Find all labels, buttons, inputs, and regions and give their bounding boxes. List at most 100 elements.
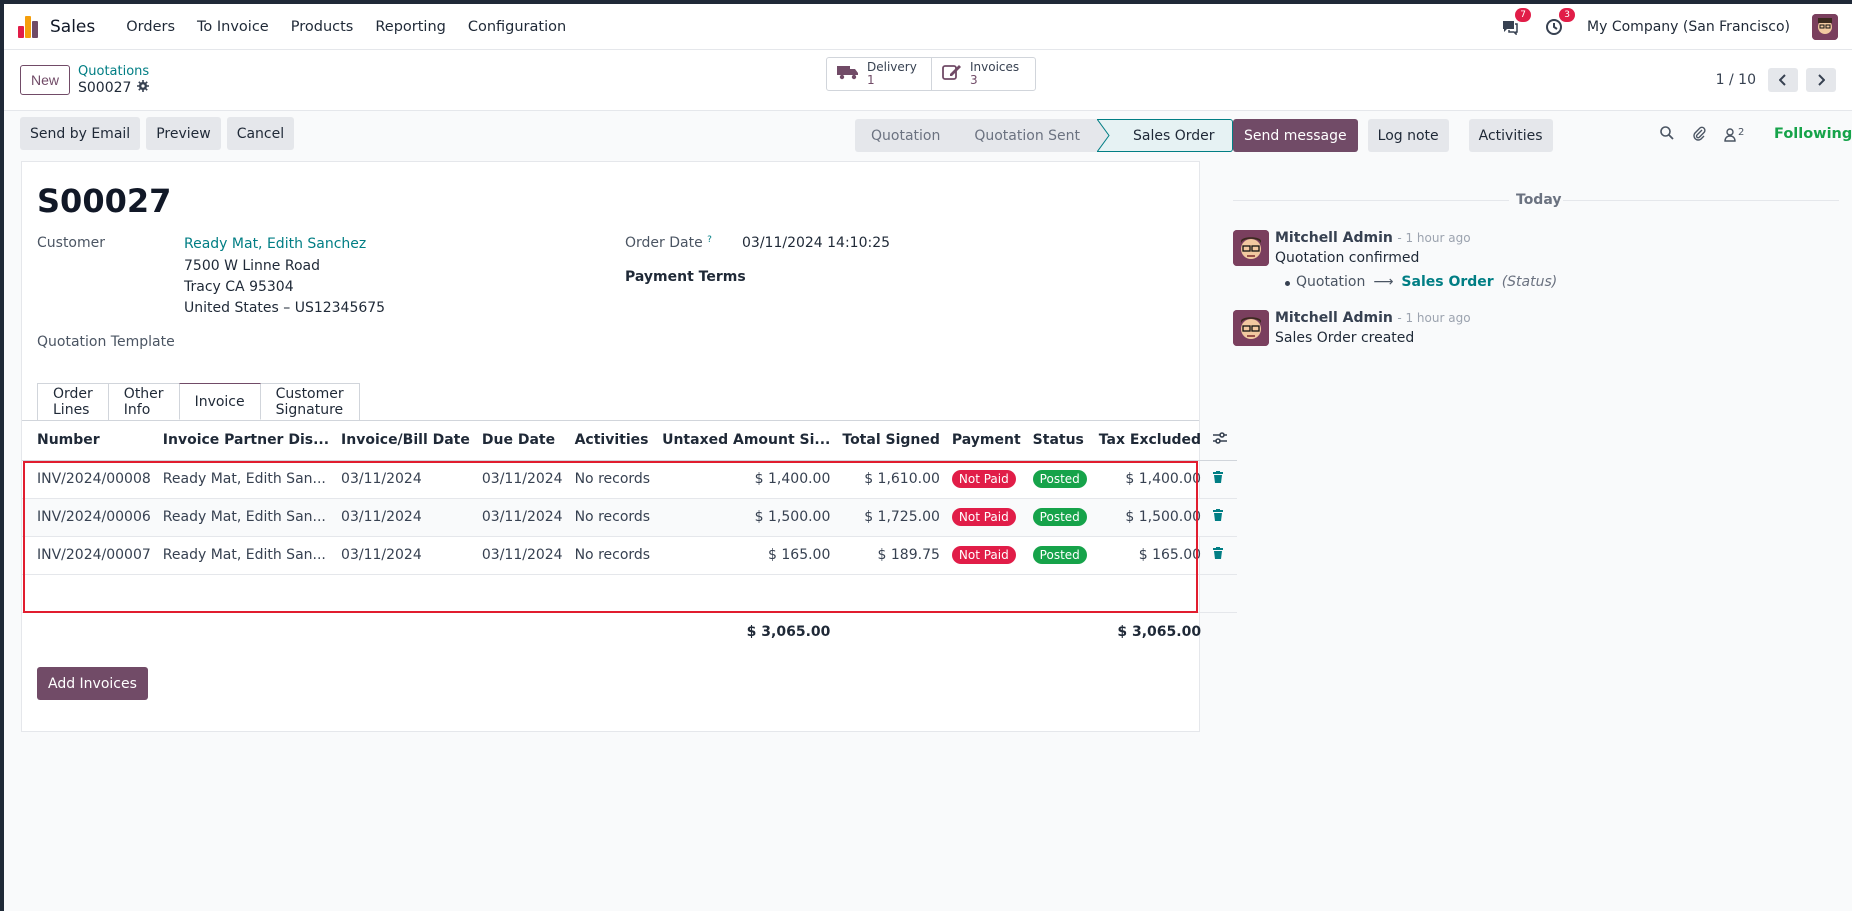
new-button[interactable]: New [20,65,71,95]
chatter-actions: Send message Log note Activities [1233,119,1553,152]
menu-to-invoice[interactable]: To Invoice [186,19,280,35]
payment-badge: Not Paid [951,508,1016,526]
invoices-smart-button[interactable]: Invoices 3 [931,58,1035,90]
cell-partner: Ready Mat, Edith San... [156,498,336,537]
optional-columns-toggle[interactable] [1207,421,1238,461]
send-message-button[interactable]: Send message [1233,119,1358,152]
order-date-help[interactable]: ? [707,235,712,245]
search-icon[interactable] [1660,126,1674,144]
col-tax-excluded[interactable]: Tax Excluded [1092,421,1208,461]
preview-button[interactable]: Preview [146,117,221,150]
sliders-icon [1213,432,1228,445]
delivery-count: 1 [867,73,875,87]
pager-next-button[interactable] [1806,68,1836,92]
cell-activities[interactable]: No records [568,536,657,575]
stage-sales-order[interactable]: Sales Order [1111,119,1233,152]
cell-due: 03/11/2024 [475,498,569,537]
col-total-signed[interactable]: Total Signed [836,421,946,461]
tab-other-info[interactable]: Other Info [107,383,180,420]
message-time: - 1 hour ago [1397,231,1471,245]
trash-icon[interactable] [1213,509,1224,525]
col-activities[interactable]: Activities [568,421,657,461]
message-body: Quotation confirmed [1275,250,1420,266]
table-row[interactable]: INV/2024/00007 Ready Mat, Edith San... 0… [22,536,1238,575]
col-status[interactable]: Status [1026,421,1093,461]
gear-icon[interactable] [137,80,150,96]
col-partner[interactable]: Invoice Partner Dis... [156,421,336,461]
form-actions: Send by Email Preview Cancel [20,117,295,150]
cancel-button[interactable]: Cancel [226,117,295,150]
cell-number: INV/2024/00008 [22,460,157,499]
messages-icon[interactable]: 7 [1499,7,1532,38]
message-author[interactable]: Mitchell Admin [1275,230,1393,246]
table-row[interactable]: INV/2024/00008 Ready Mat, Edith San... 0… [22,460,1238,499]
cell-tax-excluded: $ 165.00 [1092,536,1208,575]
tab-customer-signature[interactable]: Customer Signature [259,383,360,420]
activities-clock-icon[interactable]: 3 [1543,7,1576,38]
table-row[interactable]: INV/2024/00006 Ready Mat, Edith San... 0… [22,498,1238,537]
total-untaxed: $ 3,065.00 [746,624,831,641]
trash-icon[interactable] [1213,471,1224,487]
send-by-email-button[interactable]: Send by Email [20,117,141,150]
menu-products[interactable]: Products [280,19,365,35]
col-untaxed[interactable]: Untaxed Amount Si... [656,421,837,461]
cell-delete [1207,536,1238,575]
message-body: Sales Order created [1275,330,1415,346]
payment-badge: Not Paid [951,546,1016,564]
company-switcher[interactable]: My Company (San Francisco) [1587,19,1790,35]
following-button[interactable]: Following [1774,126,1852,142]
customer-link[interactable]: Ready Mat, Edith Sanchez [184,236,366,252]
col-invoice-date[interactable]: Invoice/Bill Date [335,421,476,461]
sales-app-icon [18,15,40,38]
order-date-value[interactable]: 03/11/2024 14:10:25 [742,235,890,251]
pager-previous-button[interactable] [1768,68,1798,92]
pager-value[interactable]: 1 / 10 [1716,72,1756,88]
status-badge: Posted [1032,508,1087,526]
menu-orders[interactable]: Orders [115,19,186,35]
add-invoices-button[interactable]: Add Invoices [37,667,148,700]
cell-number: INV/2024/00006 [22,498,157,537]
activities-button[interactable]: Activities [1468,119,1553,152]
cell-delete [1207,460,1238,499]
status-badge: Posted [1032,470,1087,488]
followers-button[interactable]: 2 [1724,128,1744,142]
user-avatar[interactable] [1812,13,1838,40]
payment-terms-label: Payment Terms [625,269,746,285]
address-line-1: 7500 W Linne Road [184,258,321,274]
cell-activities[interactable]: No records [568,498,657,537]
cell-total: $ 1,725.00 [836,498,946,537]
address-line-2: Tracy CA 95304 [184,279,294,295]
cell-activities[interactable]: No records [568,460,657,499]
pager: 1 / 10 [1716,68,1836,92]
breadcrumb-quotations[interactable]: Quotations [78,64,149,80]
menu-configuration[interactable]: Configuration [457,19,577,35]
cell-tax-excluded: $ 1,400.00 [1092,460,1208,499]
menu-reporting[interactable]: Reporting [364,19,457,35]
tab-order-lines[interactable]: Order Lines [37,383,109,420]
message-author[interactable]: Mitchell Admin [1275,310,1393,326]
app-brand[interactable]: Sales [18,15,95,38]
paperclip-icon[interactable] [1692,125,1706,145]
tab-invoice[interactable]: Invoice [178,383,261,420]
app-name[interactable]: Sales [50,17,95,37]
cell-due: 03/11/2024 [475,536,569,575]
author-avatar[interactable] [1233,230,1269,266]
payment-badge: Not Paid [951,470,1016,488]
delivery-label: Delivery [867,60,917,74]
log-note-button[interactable]: Log note [1367,119,1449,152]
arrow-right-icon: ⟶ [1373,274,1394,290]
stage-quotation-sent[interactable]: Quotation Sent [957,119,1097,152]
stage-quotation[interactable]: Quotation [855,119,958,152]
trash-icon[interactable] [1213,547,1224,563]
cell-partner: Ready Mat, Edith San... [156,460,336,499]
col-number[interactable]: Number [22,421,157,461]
tracking-field-name: (Status) [1501,274,1558,290]
order-date-label: Order Date ? [625,235,712,251]
col-due-date[interactable]: Due Date [475,421,569,461]
col-payment[interactable]: Payment [945,421,1027,461]
cell-date: 03/11/2024 [335,498,476,537]
delivery-smart-button[interactable]: Delivery 1 [827,58,931,90]
author-avatar[interactable] [1233,310,1269,346]
date-separator: Today [1233,192,1839,208]
table-header-row: Number Invoice Partner Dis... Invoice/Bi… [22,421,1238,461]
